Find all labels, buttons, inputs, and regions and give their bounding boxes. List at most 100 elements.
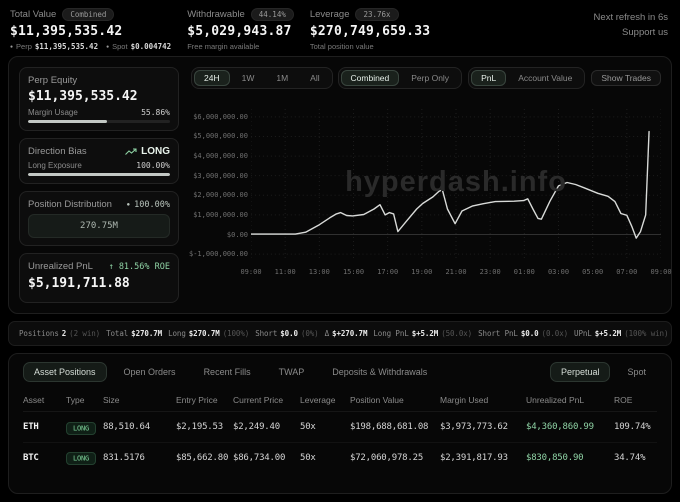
position-distribution-card: Position Distribution ● 100.00% 270.75M [19,191,179,246]
tab-open-orders[interactable]: Open Orders [113,362,187,382]
direction-bias-label: Direction Bias [28,146,87,157]
margin-usage-label: Margin Usage [28,108,78,117]
stat-sub-item: ● Spot $0.004742 [106,42,172,51]
chart-x-axis: 09:00 11:00 13:00 15:00 17:00 19:00 21:00 23:00… [240,266,671,282]
show-trades-button[interactable]: Show Trades [591,70,661,86]
positions-panel: Asset Positions Open Orders Recent Fills TW… [8,353,672,494]
market-tab-spot[interactable]: Spot [616,362,657,382]
range-tab-1w[interactable]: 1W [232,70,265,86]
margin-usage-value: 55.86% [141,108,170,117]
market-tab-perpetual[interactable]: Perpetual [549,362,611,382]
stat-leverage: Leverage 23.76x $270,749,659.33 Total posit… [310,8,430,51]
position-distribution-label: Position Distribution [28,199,112,210]
source-tab-group: Combined Perp Only [337,67,463,89]
tab-deposits-withdrawals[interactable]: Deposits & Withdrawals [321,362,438,382]
summary-item: Total $270.7M [106,329,163,338]
y-axis-label: $1,000,000.00 [193,210,248,219]
source-tab-combined[interactable]: Combined [340,70,400,86]
bullet-icon: ● [10,43,14,50]
long-exposure-value: 100.00% [136,161,170,170]
summary-item: Long PnL $+5.2M (50.0x) [373,329,473,338]
topbar-right: Next refresh in 6s Support us [594,8,668,40]
stat-label: Leverage [309,9,350,20]
chart-controls: 24H 1W 1M All Combined Perp Only PnL Account … [191,67,661,89]
unrealized-pnl-value: $5,191,711.88 [28,276,130,291]
unrealized-pnl-label: Unrealized PnL [28,261,93,272]
topbar: Total Value Combined $11,395,535.42 ● Perp $1… [0,0,680,54]
stat-sub-item: ● Perp $11,395,535.42 [10,42,99,51]
x-axis-label: 23:00 [479,268,501,276]
stat-badge[interactable]: 23.76x [355,8,399,21]
chart-plot[interactable]: hyperdash.info [251,109,661,261]
unrealized-pnl-roe: ↑ 81.56% ROE [108,261,170,272]
stat-value: $270,749,659.33 [309,24,431,39]
x-axis-label: 15:00 [342,268,365,276]
direction-bias-card: Direction Bias LONG Long Exposure 100.00… [19,138,179,184]
x-axis-label: 01:00 [513,268,535,276]
y-axis-label: $-1,000,000.00 [188,250,248,259]
summary-item: Δ $+270.7M [324,329,368,338]
y-axis-label: $5,000,000.00 [193,132,248,141]
tab-recent-fills[interactable]: Recent Fills [193,362,262,382]
summary-item: UPnL $+5.2M (100% win) [574,329,669,338]
position-distribution-pct: ● 100.00% [126,199,170,210]
position-distribution-segment[interactable]: 270.75M [28,214,170,238]
long-badge: LONG [66,421,97,435]
positions-summary-bar: Positions 2 (2 win) Total $270.7M Long $270.7M… [8,321,672,346]
perp-equity-value: $11,395,535.42 [28,89,138,104]
range-tab-24h[interactable]: 24H [194,70,230,86]
x-axis-label: 17:00 [377,268,399,276]
table-row-btc[interactable]: BTC LONG 831.5176 $85,662.80 $86,734.00 50x $7… [23,442,657,472]
metric-tab-account-value[interactable]: Account Value [508,70,582,86]
stat-value: $11,395,535.42 [10,24,123,39]
perp-equity-label: Perp Equity [28,75,78,86]
x-axis-label: 13:00 [308,268,330,276]
table-row-eth[interactable]: ETH LONG 88,510.64 $2,195.53 $2,249.40 50x $19… [23,412,657,442]
trend-up-icon [125,147,137,155]
hyperdash-dashboard: Total Value Combined $11,395,535.42 ● Perp $1… [0,0,680,494]
tab-asset-positions[interactable]: Asset Positions [23,362,107,382]
sidebar-cards: Perp Equity $11,395,535.42 Margin Usage … [19,67,179,303]
metric-tab-pnl[interactable]: PnL [471,70,507,86]
perp-equity-card: Perp Equity $11,395,535.42 Margin Usage … [19,67,179,131]
x-axis-label: 11:00 [274,268,296,276]
long-exposure-label: Long Exposure [28,161,82,170]
direction-bias-value: LONG [125,146,170,157]
bullet-icon: ● [106,43,110,50]
market-tab-group: Perpetual Spot [549,362,657,382]
source-tab-perp-only[interactable]: Perp Only [401,70,459,86]
x-axis-label: 07:00 [616,268,638,276]
long-exposure-bar [28,173,170,176]
positions-tabs-row: Asset Positions Open Orders Recent Fills TW… [23,362,657,382]
table-header-row: Asset Type Size Entry Price Current Price Lev… [23,388,657,412]
y-axis-label: $4,000,000.00 [193,152,248,161]
overview-panel: Perp Equity $11,395,535.42 Margin Usage … [8,56,672,314]
stat-total-value: Total Value Combined $11,395,535.42 ● Perp $1… [10,8,171,51]
stat-badge[interactable]: Combined [62,8,115,21]
pnl-line-chart [251,109,661,261]
stat-label: Withdrawable [187,9,245,20]
x-axis-label: 09:00 [240,268,262,276]
range-tab-1m[interactable]: 1M [266,70,298,86]
range-tab-group: 24H 1W 1M All [191,67,333,89]
y-axis-label: $0.00 [226,230,248,239]
stat-sub-text: Total position value [309,42,374,51]
x-axis-label: 05:00 [582,268,604,276]
range-tab-all[interactable]: All [300,70,329,86]
tab-twap[interactable]: TWAP [268,362,316,382]
up-arrow-icon: ↑ [108,261,114,272]
stat-withdrawable: Withdrawable 44.14% $5,029,943.87 Free marg… [187,8,294,51]
support-link[interactable]: Support us [622,27,668,38]
y-axis-label: $2,000,000.00 [193,191,248,200]
positions-table: Asset Type Size Entry Price Current Price Lev… [23,388,657,472]
x-axis-label: 03:00 [547,268,570,276]
y-axis-label: $6,000,000.00 [193,112,248,121]
y-axis-label: $3,000,000.00 [193,171,248,180]
summary-item: Short PnL $0.0 (0.0x) [478,329,569,338]
stat-badge[interactable]: 44.14% [250,8,294,21]
x-axis-label: 19:00 [411,268,433,276]
unrealized-pnl-card: Unrealized PnL ↑ 81.56% ROE $5,191,711.8… [19,253,179,303]
x-axis-label: 21:00 [445,268,467,276]
stat-label: Total Value [10,9,57,20]
metric-tab-group: PnL Account Value [468,67,586,89]
